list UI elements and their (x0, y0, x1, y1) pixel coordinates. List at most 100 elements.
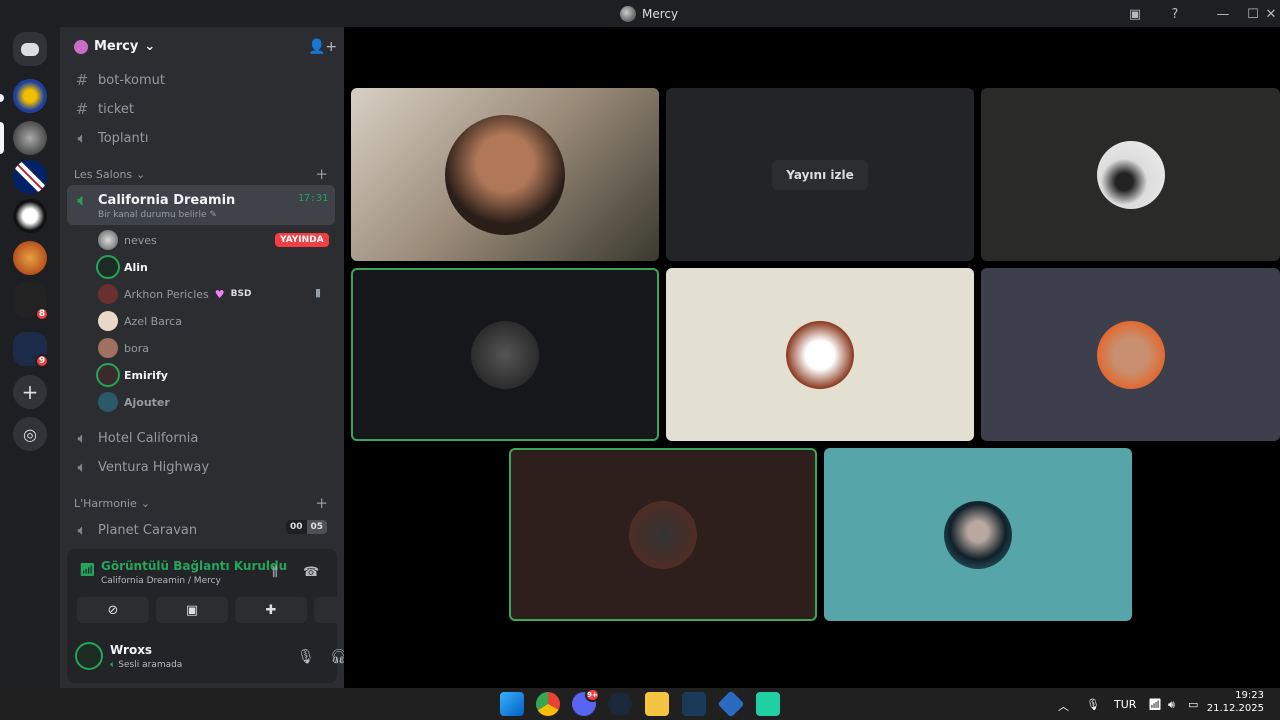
category-les-salons[interactable]: Les Salons ⌄ (74, 168, 145, 181)
activities-icon: ✚ (265, 602, 277, 618)
user-status: 🔈︎ Sesli aramada (110, 660, 183, 670)
channel-bot-komut[interactable]: # bot-komut (74, 71, 165, 89)
disconnect-icon[interactable]: ☎ (303, 565, 319, 580)
server-icon[interactable] (13, 241, 47, 275)
maximize-button[interactable]: ☐ (1244, 5, 1262, 23)
voice-user[interactable]: neves (98, 230, 157, 250)
channel-planet-caravan[interactable]: 🔈︎ Planet Caravan (74, 521, 197, 539)
activities-button[interactable]: ✚ (235, 597, 307, 623)
video-tile[interactable] (351, 268, 659, 441)
help-icon[interactable]: ? (1166, 5, 1184, 23)
user-limit-badge: 00 05 (286, 520, 328, 534)
avatar (1096, 140, 1165, 209)
channel-timer: 17:31 (298, 193, 329, 204)
server-name: Mercy (94, 39, 139, 54)
video-tile[interactable] (509, 448, 817, 621)
speaker-icon: 🔈︎ (77, 521, 87, 539)
clock-time[interactable]: 19:23 (1218, 690, 1264, 701)
discord-home-icon[interactable] (13, 32, 47, 66)
notification-badge: 9+ (585, 688, 600, 702)
minimize-button[interactable]: — (1214, 5, 1232, 23)
video-tile-camera[interactable] (351, 88, 659, 261)
avatar (98, 311, 118, 331)
app-icon[interactable] (717, 690, 745, 718)
channel-california-dreamin[interactable]: 🔈︎ California Dreamin (74, 191, 235, 209)
battery-icon[interactable]: ▭ (1188, 698, 1198, 711)
add-server-icon[interactable]: + (13, 375, 47, 409)
server-badge-icon (74, 39, 88, 54)
title-bar: Mercy ▣ ? — ☐ ✕ (0, 0, 1280, 27)
discover-icon[interactable]: ◎ (13, 417, 47, 451)
voice-user[interactable]: Emirify (98, 365, 168, 385)
mention-badge: 9 (35, 354, 49, 368)
create-channel-icon[interactable]: + (315, 165, 328, 183)
channel-ventura-highway[interactable]: 🔈︎ Ventura Highway (74, 458, 209, 476)
file-explorer-icon[interactable] (645, 692, 669, 716)
windows-start-icon[interactable] (500, 692, 524, 716)
language-indicator[interactable]: TUR (1114, 698, 1136, 711)
server-icon[interactable] (13, 121, 47, 155)
volume-icon[interactable]: 🔊︎ (1168, 698, 1175, 712)
webcam-feed (445, 114, 565, 235)
voice-user[interactable]: bora (98, 338, 149, 358)
screen-share-button[interactable]: ▣ (156, 597, 228, 623)
signal-icon[interactable]: 📶︎ (79, 563, 96, 578)
chevron-down-icon: ⌄ (144, 39, 156, 54)
avatar[interactable] (77, 644, 101, 668)
hash-icon: # (75, 71, 89, 89)
heart-icon: ♥ (214, 287, 225, 301)
category-lharmonie[interactable]: L'Harmonie ⌄ (74, 497, 150, 510)
server-icon[interactable] (13, 79, 47, 113)
camera-off-button[interactable]: ⊘ (77, 597, 149, 623)
camera-off-icon: ⊘ (107, 602, 119, 618)
clock-date[interactable]: 21.12.2025 (1206, 703, 1264, 714)
video-tile[interactable] (824, 448, 1132, 621)
noise-suppression-icon[interactable]: ⫼ (272, 565, 278, 580)
voice-location[interactable]: California Dreamin / Mercy (101, 576, 221, 586)
channel-status[interactable]: Bir kanal durumu belirle ✎ (98, 210, 217, 220)
microphone-icon[interactable]: 🎙︎ (1086, 698, 1100, 711)
avatar (98, 365, 118, 385)
channel-ticket[interactable]: # ticket (74, 100, 134, 118)
server-header[interactable]: Mercy ⌄ (74, 39, 155, 54)
window-title-text: Mercy (642, 7, 679, 21)
avatar (98, 338, 118, 358)
invite-icon[interactable]: 👤+ (308, 39, 337, 55)
microphone-icon[interactable]: 🎙︎ (297, 649, 315, 665)
watch-stream-button[interactable]: Yayını izle (772, 159, 868, 190)
chevron-down-icon: ⌄ (136, 168, 146, 181)
video-tile[interactable] (981, 268, 1280, 441)
steam-icon[interactable] (608, 692, 632, 716)
video-tile[interactable] (981, 88, 1280, 261)
app-icon[interactable] (682, 692, 706, 716)
voice-user[interactable]: Azel Barca (98, 311, 182, 331)
server-avatar-icon (620, 6, 636, 22)
voice-user[interactable]: Ajouter (98, 392, 170, 412)
close-button[interactable]: ✕ (1262, 5, 1280, 23)
taskbar: 9+ ︿ 🎙︎ TUR 📶︎ 🔊︎ ▭ 19:23 21.12.2025 (0, 688, 1280, 720)
speaker-icon: 🔈︎ (77, 191, 87, 209)
channel-toplanti[interactable]: 🔈︎ Toplantı (74, 129, 148, 147)
channel-hotel-california[interactable]: 🔈︎ Hotel California (74, 429, 198, 447)
avatar (98, 257, 118, 277)
server-icon[interactable] (13, 160, 47, 194)
speaker-icon: 🔈︎ (77, 129, 87, 147)
avatar (471, 320, 539, 389)
user-name[interactable]: Wroxs (110, 643, 152, 657)
video-tile-stream[interactable]: Yayını izle (666, 88, 974, 261)
wifi-icon[interactable]: 📶︎ (1148, 698, 1162, 711)
window-title: Mercy (620, 6, 678, 22)
voice-status: Görüntülü Bağlantı Kuruldu (101, 559, 288, 573)
avatar (98, 392, 118, 412)
voice-user[interactable]: Alin (98, 257, 148, 277)
app-icon[interactable] (756, 692, 780, 716)
inbox-icon[interactable]: ▣ (1126, 5, 1144, 23)
chrome-icon[interactable] (536, 692, 560, 716)
video-tile[interactable] (666, 268, 974, 441)
server-icon[interactable] (13, 199, 47, 233)
voice-user[interactable]: Arkhon Pericles ♥ BSD (98, 284, 251, 304)
mention-badge: 8 (35, 307, 49, 321)
create-channel-icon[interactable]: + (315, 494, 328, 512)
selected-pill (0, 122, 4, 154)
chevron-up-icon[interactable]: ︿ (1058, 698, 1069, 714)
